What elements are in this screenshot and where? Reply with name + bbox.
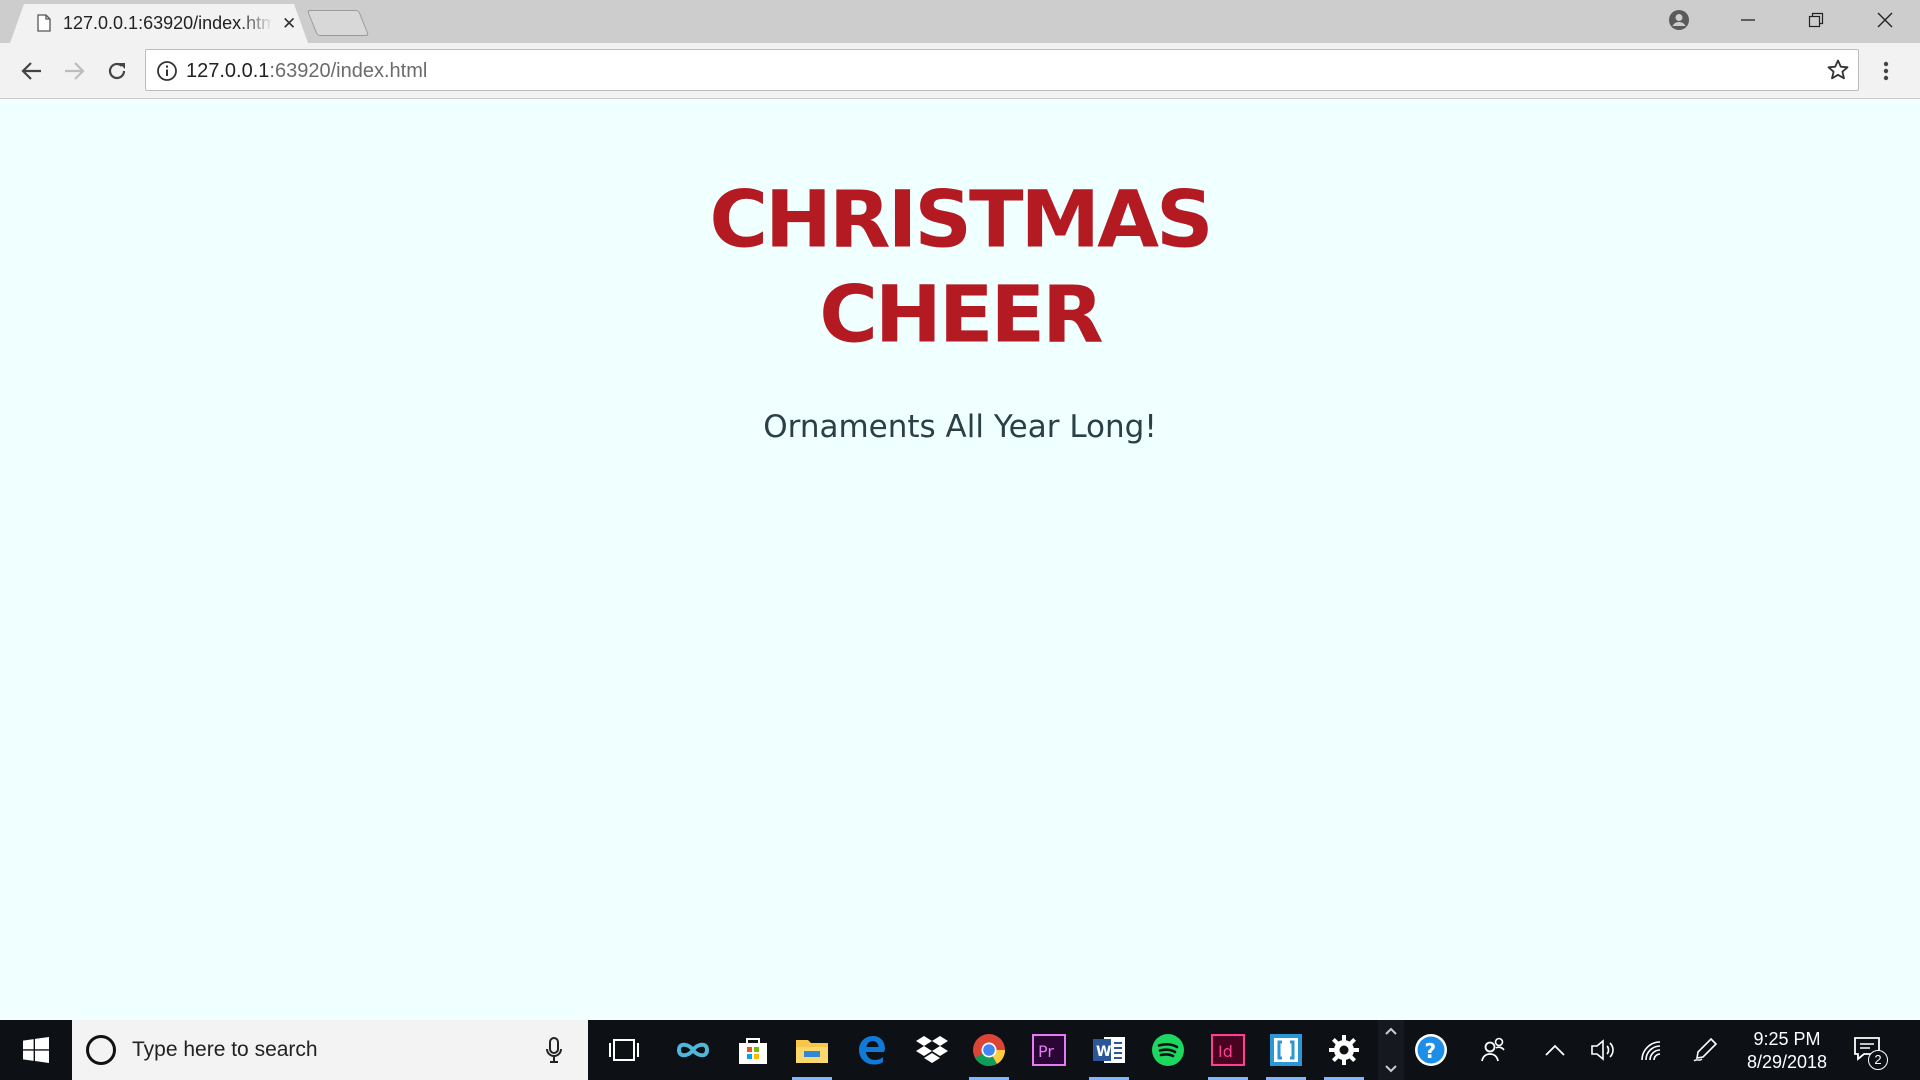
show-hidden-icons-chevron-icon[interactable] — [1535, 1030, 1575, 1070]
page-title: CHRISTMAS CHEER — [0, 172, 1920, 362]
forward-button[interactable] — [58, 55, 90, 87]
indesign-icon[interactable]: Id — [1208, 1030, 1248, 1080]
chrome-icon[interactable] — [969, 1030, 1009, 1080]
notification-count-badge: 2 — [1868, 1050, 1888, 1070]
search-placeholder: Type here to search — [132, 1038, 318, 1061]
clock-time: 9:25 PM — [1753, 1029, 1821, 1049]
tab-title: 127.0.0.1:63920/index.html — [63, 13, 273, 33]
address-url: 127.0.0.1:63920/index.html — [186, 60, 428, 82]
svg-text:W: W — [1096, 1044, 1111, 1060]
store-icon[interactable] — [733, 1030, 773, 1070]
pen-ink-icon[interactable] — [1685, 1030, 1725, 1070]
address-bar[interactable]: 127.0.0.1:63920/index.html — [145, 49, 1859, 91]
start-button[interactable] — [0, 1020, 72, 1080]
settings-gear-icon[interactable] — [1324, 1030, 1364, 1080]
volume-icon[interactable] — [1583, 1030, 1623, 1070]
system-clock[interactable]: 9:25 PM 8/29/2018 — [1728, 1028, 1846, 1074]
brackets-editor-icon[interactable] — [1266, 1030, 1306, 1080]
page-icon — [37, 14, 51, 32]
page-tagline: Ornaments All Year Long! — [763, 409, 1157, 445]
profile-icon[interactable] — [1656, 5, 1702, 35]
windows-logo-icon — [23, 1037, 49, 1063]
browser-toolbar: 127.0.0.1:63920/index.html — [0, 43, 1920, 99]
dropbox-icon[interactable] — [912, 1030, 952, 1070]
cortana-icon[interactable] — [86, 1035, 116, 1065]
infinity-app-icon[interactable] — [673, 1030, 713, 1070]
svg-text:Id: Id — [1218, 1042, 1233, 1061]
svg-text:Pr: Pr — [1038, 1042, 1054, 1061]
close-window-button[interactable] — [1862, 5, 1908, 35]
browser-tab-strip: 127.0.0.1:63920/index.html ✕ — [0, 0, 1920, 43]
title-line-2: CHEER — [819, 268, 1104, 361]
restore-button[interactable] — [1793, 5, 1839, 35]
word-icon[interactable]: W — [1089, 1030, 1129, 1080]
task-view-icon[interactable] — [604, 1030, 644, 1070]
web-page: CHRISTMAS CHEER Ornaments All Year Long! — [0, 99, 1920, 1020]
new-tab-button[interactable] — [306, 10, 370, 36]
site-info-icon[interactable] — [156, 60, 178, 82]
action-center-icon[interactable]: 2 — [1852, 1034, 1888, 1070]
file-explorer-icon[interactable] — [792, 1030, 832, 1080]
back-button[interactable] — [16, 55, 48, 87]
premiere-pro-icon[interactable]: Pr — [1029, 1030, 1069, 1070]
reload-button[interactable] — [101, 55, 133, 87]
title-line-1: CHRISTMAS — [709, 173, 1213, 266]
tab-close-icon[interactable]: ✕ — [282, 14, 296, 34]
clock-date: 8/29/2018 — [1746, 1052, 1828, 1072]
taskbar-scroll[interactable] — [1378, 1020, 1404, 1080]
svg-text:?: ? — [1425, 1039, 1437, 1063]
menu-icon[interactable] — [1870, 55, 1902, 87]
help-icon[interactable]: ? — [1411, 1030, 1451, 1070]
people-icon[interactable] — [1474, 1030, 1514, 1070]
windows-taskbar: Type here to search Pr W Id ? 9:25 PM 8/… — [0, 1020, 1920, 1080]
microphone-icon[interactable] — [544, 1036, 564, 1064]
taskbar-search-box[interactable]: Type here to search — [72, 1020, 588, 1080]
bookmark-star-icon[interactable] — [1826, 58, 1850, 82]
browser-tab[interactable]: 127.0.0.1:63920/index.html ✕ — [10, 4, 308, 43]
spotify-icon[interactable] — [1148, 1030, 1188, 1070]
minimize-button[interactable] — [1725, 5, 1771, 35]
wifi-icon[interactable] — [1632, 1030, 1672, 1070]
edge-browser-icon[interactable] — [852, 1030, 892, 1070]
